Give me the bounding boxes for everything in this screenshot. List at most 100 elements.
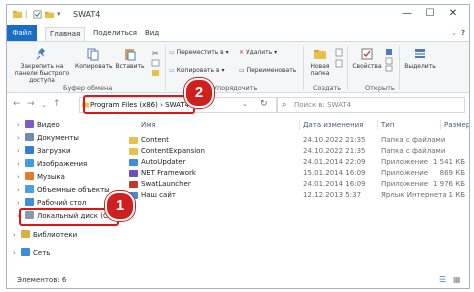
nav-item-label: Объемные объекты bbox=[37, 186, 110, 194]
file-list: Имя Дата изменения Тип Размер Content 24.… bbox=[119, 115, 469, 273]
column-header-size[interactable]: Размер bbox=[444, 121, 469, 129]
minimize-button[interactable]: — bbox=[399, 7, 415, 21]
new-folder-qat-icon[interactable] bbox=[45, 10, 54, 19]
recent-dropdown-icon[interactable]: ⌄ bbox=[41, 101, 47, 109]
column-header-type[interactable]: Тип bbox=[381, 121, 394, 129]
file-date: 24.01.2014 22:09 bbox=[303, 158, 366, 166]
ribbon-home: Закрепить на панели быстрого доступа Коп… bbox=[7, 42, 469, 93]
file-row[interactable]: Content 24.10.2022 21:35 Папка с файлами bbox=[119, 135, 469, 146]
forward-arrow-icon[interactable]: → bbox=[27, 99, 35, 109]
nav-item[interactable]: › Библиотеки bbox=[13, 230, 77, 241]
file-type: Приложение bbox=[381, 169, 429, 177]
file-type: Папка с файлами bbox=[381, 136, 446, 144]
copy-label: Копировать bbox=[75, 63, 113, 70]
chevron-right-icon[interactable]: › bbox=[17, 120, 25, 131]
chevron-right-icon[interactable]: › bbox=[17, 159, 25, 170]
nav-item[interactable]: › Видео bbox=[17, 120, 60, 131]
nav-item-icon bbox=[25, 146, 34, 154]
nav-item[interactable]: › Сеть bbox=[13, 248, 50, 259]
clipboard-small-icons[interactable]: ✂ bbox=[151, 48, 161, 78]
ribbon-separator bbox=[347, 46, 348, 90]
delete-button[interactable]: ✕ Удалить ▾ bbox=[239, 49, 277, 56]
refresh-icon[interactable]: ↻ bbox=[260, 99, 268, 109]
folder-icon bbox=[129, 148, 138, 155]
delete-label: Удалить bbox=[245, 49, 273, 56]
column-divider bbox=[440, 120, 441, 130]
ribbon-separator bbox=[303, 46, 304, 90]
back-arrow-icon[interactable]: ← bbox=[13, 99, 21, 109]
column-header-date[interactable]: Дата изменения bbox=[303, 121, 363, 129]
qat-dropdown-icon[interactable]: ▾ bbox=[57, 10, 66, 19]
file-row[interactable]: ContentExpansion 24.10.2022 21:35 Папка с … bbox=[119, 146, 469, 157]
file-size: 1 КБ bbox=[448, 191, 465, 199]
new-folder-icon bbox=[314, 50, 326, 59]
nav-item-label: Изображения bbox=[37, 160, 88, 168]
nav-item[interactable]: › Музыка bbox=[17, 172, 65, 183]
address-row: ← → ⌄ ↑ Program Files (x86) › SWAT4 › ⌄ … bbox=[7, 93, 469, 116]
file-date: 24.10.2022 21:35 bbox=[303, 147, 366, 155]
paste-button[interactable]: Вставить bbox=[113, 47, 147, 70]
file-type: Ярлык Интернета bbox=[381, 191, 447, 199]
nav-item-label: Сеть bbox=[33, 249, 51, 257]
select-button[interactable]: Выделить bbox=[403, 47, 437, 70]
file-row[interactable]: Наш сайт 12.12.2013 5:37 Ярлык Интернета 1 … bbox=[119, 190, 469, 201]
nav-item[interactable]: › Загрузки bbox=[17, 146, 71, 157]
chevron-right-icon[interactable]: › bbox=[17, 133, 25, 144]
help-icon[interactable]: ? bbox=[457, 27, 469, 40]
delete-icon: ✕ bbox=[239, 49, 245, 56]
chevron-down-icon: ▾ bbox=[274, 49, 278, 56]
file-row[interactable]: SwatLauncher 24.01.2014 16:09 Приложение 1 … bbox=[119, 179, 469, 190]
file-icon bbox=[129, 159, 138, 166]
up-arrow-icon[interactable]: ↑ bbox=[53, 99, 61, 109]
new-folder-button[interactable]: Новая папка bbox=[307, 47, 333, 77]
close-button[interactable]: ✕ bbox=[445, 7, 461, 21]
tab-view[interactable]: Вид bbox=[141, 27, 163, 40]
nav-item[interactable]: › Документы bbox=[17, 133, 79, 144]
file-size: 869 КБ bbox=[439, 169, 465, 177]
tab-home[interactable]: Главная bbox=[45, 27, 86, 41]
nav-item-icon bbox=[25, 159, 34, 167]
pin-quick-access-button[interactable]: Закрепить на панели быстрого доступа bbox=[11, 47, 73, 84]
maximize-button[interactable]: ☐ bbox=[422, 7, 438, 21]
nav-item[interactable]: › Объемные объекты bbox=[17, 185, 110, 196]
tiles-view-icon[interactable]: ▦ bbox=[453, 275, 461, 284]
copy-to-button[interactable]: ▭ Копировать в ▾ bbox=[169, 67, 224, 74]
chevron-right-icon[interactable]: › bbox=[17, 172, 25, 183]
nav-item[interactable]: › Изображения bbox=[17, 159, 87, 170]
rename-button[interactable]: ▭ Переименовать bbox=[239, 67, 296, 74]
search-input[interactable]: Поиск в: SWAT4 bbox=[294, 101, 351, 109]
column-header-name[interactable]: Имя bbox=[141, 121, 156, 129]
nav-item-icon bbox=[25, 198, 34, 206]
tab-share[interactable]: Поделиться bbox=[89, 27, 141, 40]
step-badge-1: 1 bbox=[105, 191, 135, 221]
chevron-right-icon[interactable]: › bbox=[17, 146, 25, 157]
search-box[interactable]: ⌕ Поиск в: SWAT4 bbox=[277, 97, 465, 113]
properties-button[interactable]: Свойства bbox=[351, 47, 383, 70]
tab-file[interactable]: Файл bbox=[7, 25, 37, 41]
address-dropdown-icon[interactable]: ⌄ bbox=[242, 100, 248, 108]
file-date: 15.01.2014 16:09 bbox=[303, 169, 366, 177]
details-view-icon[interactable]: ☰ bbox=[439, 275, 446, 284]
file-size: 1 541 КБ bbox=[432, 158, 465, 166]
chevron-right-icon[interactable]: › bbox=[17, 185, 25, 196]
file-date: 24.10.2022 21:35 bbox=[303, 136, 366, 144]
ribbon-separator bbox=[165, 46, 166, 90]
file-row[interactable]: AutoUpdater 24.01.2014 22:09 Приложение 1 5… bbox=[119, 157, 469, 168]
open-item-icons[interactable] bbox=[385, 48, 393, 72]
nav-item-label: Видео bbox=[37, 121, 60, 129]
file-name: SwatLauncher bbox=[141, 180, 191, 188]
move-to-button[interactable]: ▭ Переместить в ▾ bbox=[169, 49, 229, 56]
file-name: NET Framework bbox=[141, 169, 196, 177]
file-size: 1 976 КБ bbox=[432, 180, 465, 188]
properties-qat-icon[interactable] bbox=[33, 10, 42, 19]
new-item-icons[interactable] bbox=[335, 48, 343, 72]
chevron-right-icon[interactable]: › bbox=[13, 230, 21, 241]
file-type: Приложение bbox=[381, 180, 429, 188]
file-row[interactable]: NET Framework 15.01.2014 16:09 Приложение 8… bbox=[119, 168, 469, 179]
file-date: 24.01.2014 16:09 bbox=[303, 180, 366, 188]
file-icon bbox=[129, 181, 138, 188]
chevron-right-icon[interactable]: › bbox=[13, 248, 21, 259]
nav-item-icon bbox=[25, 172, 34, 180]
copy-button[interactable]: Копировать bbox=[75, 47, 113, 70]
file-name: ContentExpansion bbox=[141, 147, 205, 155]
